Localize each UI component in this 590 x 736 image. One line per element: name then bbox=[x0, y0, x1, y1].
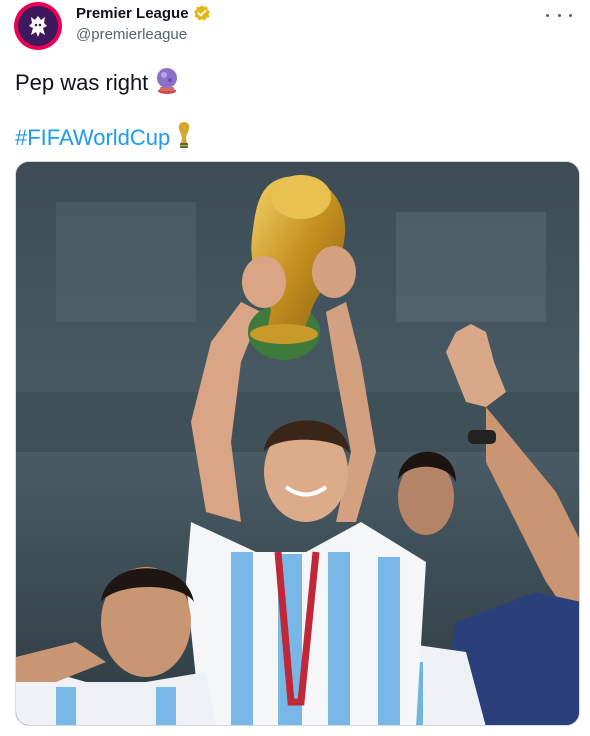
verified-badge-icon bbox=[193, 4, 211, 22]
avatar[interactable] bbox=[14, 2, 62, 50]
name-row: Premier League bbox=[76, 4, 211, 22]
tweet-text: Pep was right bbox=[15, 66, 180, 100]
dot bbox=[569, 13, 572, 17]
dot bbox=[557, 13, 561, 17]
dot bbox=[546, 13, 549, 17]
tweet-text-line: Pep was right bbox=[15, 70, 149, 95]
tweet-photo[interactable] bbox=[15, 161, 580, 726]
display-name[interactable]: Premier League bbox=[76, 5, 189, 22]
trophy-icon bbox=[176, 121, 192, 155]
hashtag-link[interactable]: #FIFAWorldCup bbox=[15, 125, 170, 151]
more-options-icon[interactable] bbox=[546, 6, 572, 24]
world-cup-celebration-image bbox=[16, 162, 579, 725]
hashtag-line: #FIFAWorldCup bbox=[15, 121, 192, 155]
handle[interactable]: @premierleague bbox=[76, 26, 187, 43]
tweet-header: Premier League @premierleague bbox=[0, 0, 590, 56]
premier-league-lion-icon bbox=[18, 6, 58, 46]
crystal-ball-icon bbox=[154, 66, 180, 100]
